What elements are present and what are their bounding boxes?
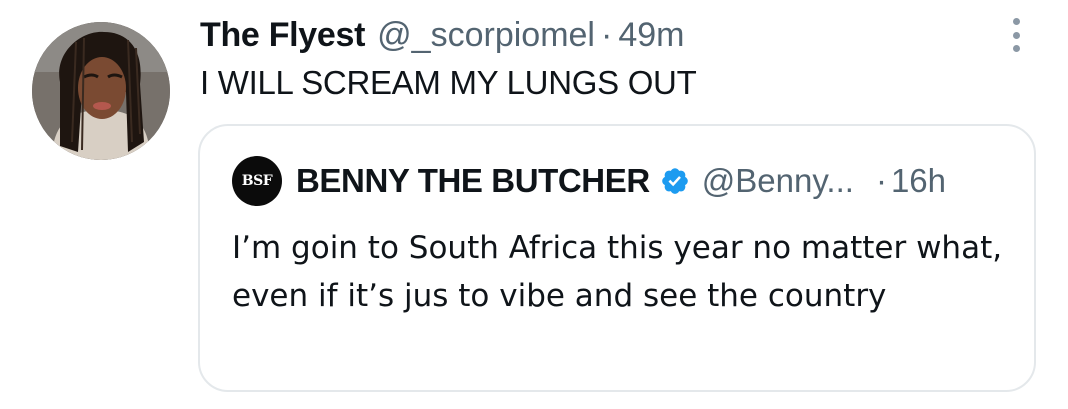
timestamp[interactable]: 49m xyxy=(618,14,684,56)
quoted-avatar[interactable]: BSF xyxy=(232,156,282,206)
separator-dot: · xyxy=(600,16,613,54)
quoted-avatar-logo: BSF xyxy=(241,173,273,189)
tweet[interactable]: The Flyest @_scorpiomel · 49m I WILL SCR… xyxy=(0,0,1068,409)
tweet-text: I WILL SCREAM MY LUNGS OUT xyxy=(200,64,697,101)
verified-badge-icon xyxy=(661,168,688,194)
quoted-tweet-text: I’m goin to South Africa this year no ma… xyxy=(232,230,1003,314)
quoted-display-name[interactable]: BENNY THE BUTCHER xyxy=(296,159,650,203)
quoted-timestamp[interactable]: 16h xyxy=(891,159,946,203)
user-handle[interactable]: @_scorpiomel xyxy=(377,14,595,56)
tweet-header: The Flyest @_scorpiomel · 49m xyxy=(200,14,684,56)
quoted-user-handle[interactable]: @Benny... xyxy=(702,159,854,203)
profile-photo xyxy=(32,22,170,160)
avatar[interactable] xyxy=(32,22,170,160)
display-name[interactable]: The Flyest xyxy=(200,14,365,56)
vertical-ellipsis-icon[interactable] xyxy=(1004,16,1028,54)
quoted-tweet-header: BSF BENNY THE BUTCHER @Benny... · 16h xyxy=(232,156,946,206)
quoted-separator-dot: · xyxy=(875,162,887,199)
quoted-tweet[interactable]: BSF BENNY THE BUTCHER @Benny... · 16h I’… xyxy=(198,124,1036,392)
